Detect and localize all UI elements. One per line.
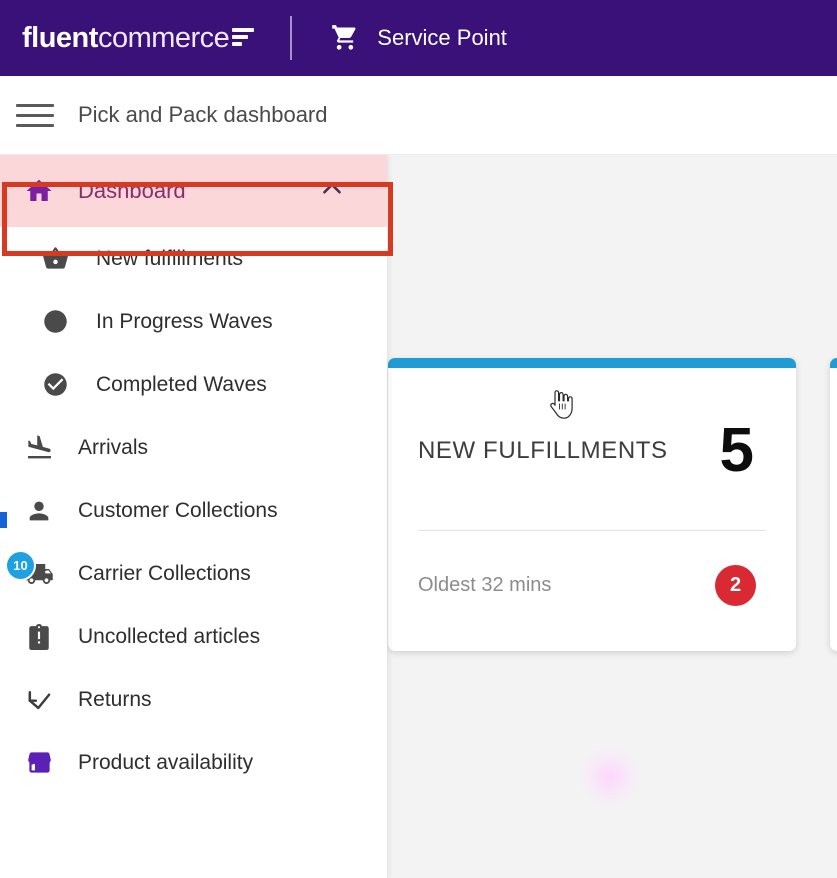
sidebar-item-label: Carrier Collections [78,562,251,586]
person-icon [14,497,64,525]
hamburger-menu-icon[interactable] [16,98,56,132]
carrier-collections-badge: 10 [7,552,34,579]
sidebar-item-label: Arrivals [78,436,148,460]
shopping-cart-icon [330,24,360,52]
navigation-drawer: Dashboard New fulfillments [0,155,387,878]
clipboard-alert-icon [14,624,64,650]
service-point-app-switcher[interactable]: Service Point [330,24,507,52]
card-accent-bar [388,358,796,368]
check-circle-icon [30,371,80,398]
sidebar-item-label: Dashboard [78,178,186,204]
sidebar-item-new-fulfillments[interactable]: New fulfillments [0,227,387,290]
page-title: Pick and Pack dashboard [78,102,328,128]
sidebar-item-label: In Progress Waves [96,310,273,334]
home-icon [14,176,64,206]
new-fulfillments-card[interactable]: NEW FULFILLMENTS 5 Oldest 32 mins 2 [388,358,796,651]
brand-name-primary: fluent [22,24,98,53]
sidebar-item-label: New fulfillments [96,247,243,271]
secondary-card[interactable] [830,358,837,651]
sidebar-item-carrier-collections[interactable]: 10 Carrier Collections [0,542,387,605]
storefront-icon [14,749,64,776]
chevron-up-icon[interactable] [319,176,345,207]
sidebar-item-label: Product availability [78,751,253,775]
sidebar-item-label: Returns [78,688,152,712]
sidebar-item-completed-waves[interactable]: Completed Waves [0,353,387,416]
return-arrow-icon [14,685,64,714]
brand-wordmark: fluentcommerce [22,24,254,53]
card-title: NEW FULFILLMENTS [418,437,668,465]
card-count-value: 5 [720,420,754,482]
sidebar-item-in-progress-waves[interactable]: In Progress Waves [0,290,387,353]
sidebar-item-customer-collections[interactable]: Customer Collections [0,479,387,542]
sidebar-item-label: Uncollected articles [78,625,260,649]
card-accent-bar [830,358,837,368]
card-alert-badge: 2 [715,565,756,606]
top-app-bar: fluentcommerce Service Point [0,0,837,76]
shopping-basket-icon [30,245,80,272]
page-header-bar: Pick and Pack dashboard [0,76,837,155]
app-root: fluentcommerce Service Point Pick and Pa… [0,0,837,878]
ripple-highlight [578,745,642,809]
logo-bars-mark [232,28,254,46]
vertical-divider [290,16,292,60]
sidebar-item-dashboard[interactable]: Dashboard [0,155,387,227]
sidebar-item-returns[interactable]: Returns [0,668,387,731]
card-footer-row: Oldest 32 mins 2 [388,530,796,641]
service-point-label: Service Point [377,25,507,51]
card-subtitle: Oldest 32 mins [418,574,551,597]
brand-logo[interactable]: fluentcommerce [22,0,254,76]
sidebar-item-label: Completed Waves [96,373,267,397]
sidebar-item-uncollected-articles[interactable]: Uncollected articles [0,605,387,668]
delivery-truck-icon: 10 [14,559,64,589]
card-header-row: NEW FULFILLMENTS 5 [388,368,796,533]
sidebar-item-label: Customer Collections [78,499,278,523]
clock-icon [30,308,80,335]
sidebar-item-arrivals[interactable]: Arrivals [0,416,387,479]
brand-name-secondary: commerce [98,24,229,53]
flight-land-icon [14,433,64,462]
sidebar-item-product-availability[interactable]: Product availability [0,731,387,794]
